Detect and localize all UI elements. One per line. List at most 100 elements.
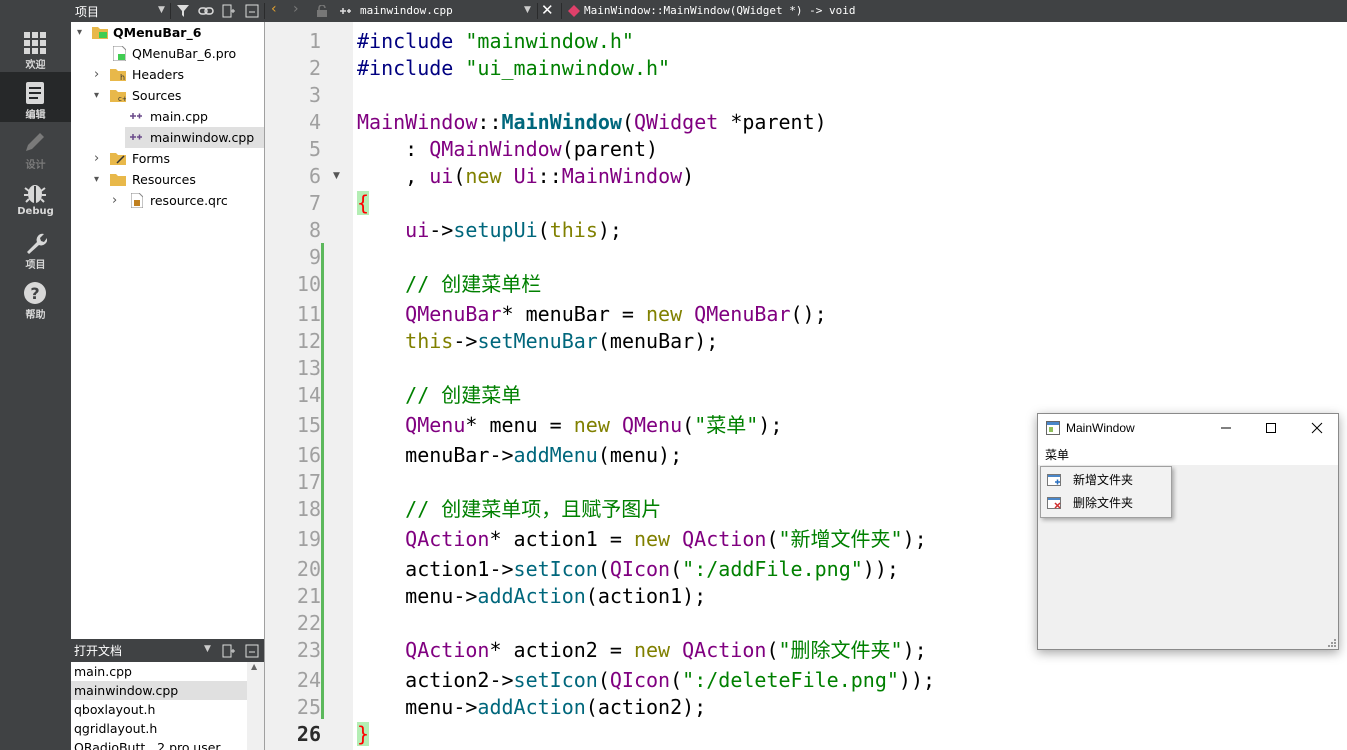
mode-edit[interactable]: 编辑 <box>0 72 71 122</box>
filter-icon[interactable] <box>176 4 190 18</box>
tree-item-resources[interactable]: ▾ Resources <box>71 169 264 190</box>
scroll-up-icon[interactable]: ▲ <box>251 662 257 671</box>
code-token: -> <box>453 329 478 353</box>
resize-grip-icon[interactable] <box>1328 639 1336 647</box>
scrollbar[interactable]: ▲ <box>247 662 264 750</box>
code-token: QWidget <box>633 110 719 134</box>
qt-creator-window: 欢迎 编辑 设计 Debug 项目 ? 帮助 项目 ▼ ‹ › mainwind… <box>0 0 1347 750</box>
tree-item-pro-file[interactable]: QMenuBar_6.pro <box>71 43 264 64</box>
lock-icon[interactable] <box>316 5 328 17</box>
code-token: "mainwindow.h" <box>465 29 634 53</box>
code-line: { <box>357 190 370 217</box>
link-icon[interactable] <box>198 4 214 18</box>
menu-action-add-folder[interactable]: 新增文件夹 <box>1041 469 1171 492</box>
mode-help[interactable]: ? 帮助 <box>0 272 71 322</box>
line-number: 4 <box>308 110 321 134</box>
chevron-down-icon[interactable]: ▼ <box>158 5 165 15</box>
chevron-down-icon[interactable]: ▾ <box>77 22 82 43</box>
mode-projects[interactable]: 项目 <box>0 222 71 272</box>
back-arrow-icon[interactable]: ‹ <box>271 1 277 17</box>
line-number: 23 <box>296 638 321 662</box>
code-token: new <box>633 638 671 662</box>
code-token: #include <box>357 56 466 80</box>
close-document-icon[interactable]: ✕ <box>541 1 554 19</box>
tree-item-label: main.cpp <box>150 109 208 124</box>
code-token: : <box>357 137 430 161</box>
mode-label: Debug <box>17 206 54 217</box>
code-line: QAction* action2 = new QAction("删除文件夹"); <box>357 637 927 664</box>
code-token: ); <box>902 527 927 551</box>
code-token: MainWindow <box>357 110 478 134</box>
menu-action-label: 删除文件夹 <box>1073 496 1134 510</box>
code-token: ) <box>682 164 695 188</box>
mode-debug[interactable]: Debug <box>0 172 71 222</box>
code-token: QMenu <box>405 413 466 437</box>
code-line: ui->setupUi(this); <box>357 217 622 244</box>
mode-welcome[interactable]: 欢迎 <box>0 22 71 72</box>
code-token: (menuBar); <box>597 329 719 353</box>
close-panel-icon[interactable] <box>245 4 259 18</box>
code-token: QMainWindow <box>429 137 562 161</box>
tree-item-mainwindow-cpp[interactable]: mainwindow.cpp <box>125 127 264 148</box>
open-doc-item[interactable]: qgridlayout.h <box>71 719 247 738</box>
mode-label: 设计 <box>25 160 46 171</box>
split-add-icon[interactable] <box>222 644 236 658</box>
split-add-icon[interactable] <box>222 4 236 18</box>
mainwindow-titlebar[interactable]: MainWindow <box>1038 414 1338 443</box>
open-doc-item[interactable]: main.cpp <box>71 662 247 681</box>
line-number: 16 <box>296 443 321 467</box>
open-doc-item[interactable]: qboxlayout.h <box>71 700 247 719</box>
close-icon[interactable] <box>1311 422 1323 434</box>
menu-item[interactable]: 菜单 <box>1045 446 1069 463</box>
line-number: 6 <box>308 164 321 188</box>
tree-item-resource-qrc[interactable]: › resource.qrc <box>71 190 264 211</box>
tree-item-headers[interactable]: › h Headers <box>71 64 264 85</box>
code-token: (parent) <box>561 137 659 161</box>
divider <box>170 3 171 19</box>
tree-item-sources[interactable]: ▾ c+ Sources <box>71 85 264 106</box>
forward-arrow-icon[interactable]: › <box>293 1 299 17</box>
code-token: { <box>357 191 370 215</box>
tree-item-main-cpp[interactable]: main.cpp <box>71 106 264 127</box>
open-doc-item[interactable]: mainwindow.cpp <box>71 681 247 700</box>
code-token: ( <box>670 668 683 692</box>
fold-marker-icon[interactable]: ▼ <box>333 171 340 181</box>
mode-design[interactable]: 设计 <box>0 122 71 172</box>
tree-item-project[interactable]: ▾ QMenuBar_6 <box>71 22 264 43</box>
wrench-icon <box>27 233 47 254</box>
symbol-combo[interactable]: MainWindow::MainWindow(QWidget *) -> voi… <box>584 4 856 17</box>
code-token: ( <box>597 668 610 692</box>
code-token: new <box>465 164 502 188</box>
code-token: setIcon <box>513 557 598 581</box>
chevron-down-icon[interactable]: ▼ <box>204 644 211 654</box>
minimize-icon[interactable] <box>1220 422 1232 434</box>
code-token: )); <box>898 668 936 692</box>
code-token: addAction <box>477 584 586 608</box>
open-doc-item[interactable]: QRadioButt...2.pro.user <box>71 738 247 750</box>
chevron-down-icon[interactable]: ▾ <box>94 85 99 106</box>
code-token: ( <box>453 164 466 188</box>
folder-cpp-icon: c+ <box>110 90 126 102</box>
menu-action-delete-folder[interactable]: 删除文件夹 <box>1041 492 1171 515</box>
file-combo[interactable]: mainwindow.cpp <box>360 4 453 17</box>
code-token: "ui_mainwindow.h" <box>465 56 671 80</box>
line-number: 11 <box>296 302 321 326</box>
chevron-right-icon[interactable]: › <box>94 148 99 169</box>
maximize-icon[interactable] <box>1265 422 1277 434</box>
chevron-right-icon[interactable]: › <box>112 190 117 211</box>
tree-item-forms[interactable]: › Forms <box>71 148 264 169</box>
close-panel-icon[interactable] <box>245 644 259 658</box>
code-comment: // 创建菜单栏 <box>357 272 542 296</box>
chevron-down-icon[interactable]: ▼ <box>524 5 531 15</box>
chevron-right-icon[interactable]: › <box>94 64 99 85</box>
line-number: 13 <box>296 356 321 380</box>
code-token: action2-> <box>357 668 514 692</box>
line-number: 3 <box>308 83 321 107</box>
code-line: : QMainWindow(parent) <box>357 136 658 163</box>
code-token: ( <box>766 638 779 662</box>
chevron-down-icon[interactable]: ▾ <box>94 169 99 190</box>
